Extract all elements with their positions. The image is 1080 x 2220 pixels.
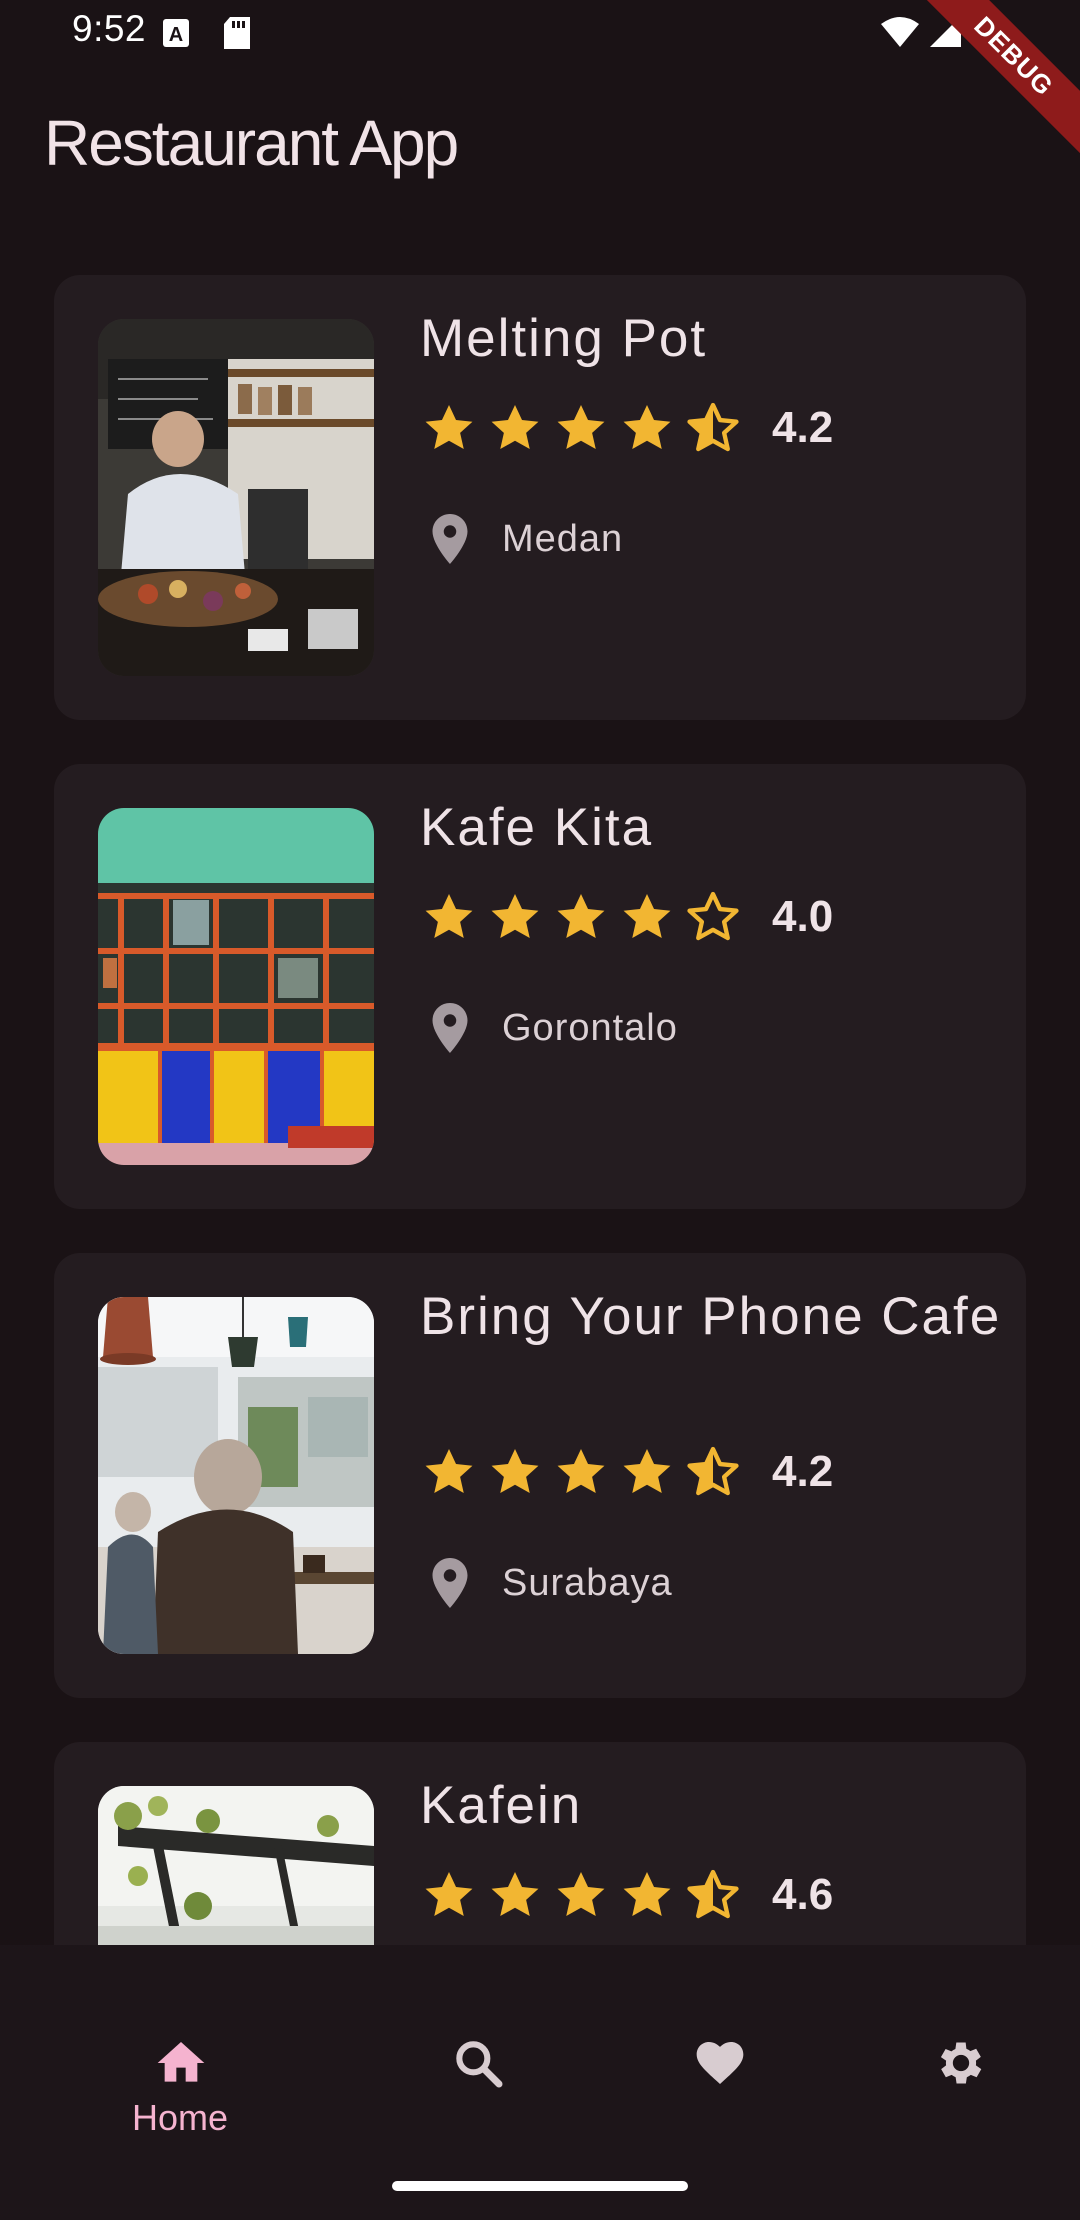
star-full-icon bbox=[486, 399, 544, 457]
restaurant-card-kafein[interactable]: Kafein 4.6 bbox=[54, 1742, 1026, 1945]
sd-card-icon bbox=[224, 17, 250, 49]
nav-item-settings[interactable] bbox=[825, 1945, 1080, 2175]
star-full-icon bbox=[486, 1443, 544, 1501]
star-half-icon bbox=[684, 1443, 742, 1501]
restaurant-photo bbox=[98, 1297, 374, 1654]
settings-icon bbox=[940, 2042, 982, 2084]
rating-row: 4.2 bbox=[420, 396, 833, 460]
restaurant-card-bring-your-phone-cafe[interactable]: Bring Your Phone Cafe 4.2 Surabaya bbox=[54, 1253, 1026, 1698]
star-full-icon bbox=[618, 399, 676, 457]
star-full-icon bbox=[420, 399, 478, 457]
star-full-icon bbox=[618, 888, 676, 946]
rating-row: 4.0 bbox=[420, 885, 833, 949]
rating-stars bbox=[420, 888, 742, 946]
nav-label-home: Home bbox=[131, 2097, 229, 2138]
rating-row: 4.6 bbox=[420, 1863, 833, 1927]
search-icon bbox=[456, 2041, 503, 2088]
rating-value: 4.2 bbox=[772, 1447, 834, 1496]
nav-item-home[interactable]: Home bbox=[45, 1945, 315, 2175]
rating-value: 4.6 bbox=[772, 1870, 834, 1919]
star-full-icon bbox=[420, 1866, 478, 1924]
star-full-icon bbox=[552, 1443, 610, 1501]
nav-item-search[interactable] bbox=[342, 1945, 612, 2175]
restaurant-card-melting-pot[interactable]: Melting Pot 4.2 Medan bbox=[54, 275, 1026, 720]
status-bar: 9:52 A DEBUG bbox=[0, 0, 1080, 164]
location-pin-icon bbox=[420, 509, 480, 569]
svg-text:A: A bbox=[169, 24, 183, 46]
home-indicator[interactable] bbox=[392, 2181, 688, 2191]
rating-value: 4.2 bbox=[772, 403, 834, 452]
location-row: Surabaya bbox=[420, 1551, 673, 1615]
restaurant-card-kafe-kita[interactable]: Kafe Kita 4.0 Gorontalo bbox=[54, 764, 1026, 1209]
star-half-icon bbox=[684, 1866, 742, 1924]
restaurant-list[interactable]: Melting Pot 4.2 Medan Kafe Kita 4.0 Goro… bbox=[0, 195, 1080, 1945]
keyboard-notification-icon: A bbox=[163, 19, 189, 47]
location-row: Gorontalo bbox=[420, 996, 678, 1060]
rating-stars bbox=[420, 1866, 742, 1924]
rating-stars bbox=[420, 399, 742, 457]
location-pin-icon bbox=[420, 1553, 480, 1613]
restaurant-photo bbox=[98, 319, 374, 676]
star-full-icon bbox=[486, 888, 544, 946]
restaurant-name: Kafein bbox=[420, 1776, 583, 1835]
nav-item-favorites[interactable] bbox=[584, 1945, 854, 2175]
rating-stars bbox=[420, 1443, 742, 1501]
star-full-icon bbox=[420, 888, 478, 946]
star-empty-icon bbox=[684, 888, 742, 946]
star-full-icon bbox=[618, 1443, 676, 1501]
home-icon bbox=[157, 2042, 205, 2082]
star-full-icon bbox=[618, 1866, 676, 1924]
restaurant-name: Melting Pot bbox=[420, 309, 708, 368]
page-title: Restaurant App bbox=[44, 107, 459, 179]
location-pin-icon bbox=[420, 998, 480, 1058]
restaurant-photo bbox=[98, 808, 374, 1165]
star-full-icon bbox=[420, 1443, 478, 1501]
wifi-icon bbox=[881, 17, 919, 47]
bottom-navigation-bar: Home bbox=[0, 1945, 1080, 2220]
star-half-icon bbox=[684, 399, 742, 457]
heart-icon bbox=[696, 2042, 744, 2084]
rating-row: 4.2 bbox=[420, 1440, 833, 1504]
restaurant-name: Bring Your Phone Cafe bbox=[420, 1287, 1002, 1346]
location-row: Medan bbox=[420, 507, 623, 571]
star-full-icon bbox=[552, 1866, 610, 1924]
restaurant-city: Surabaya bbox=[502, 1561, 673, 1604]
star-full-icon bbox=[552, 888, 610, 946]
restaurant-photo bbox=[98, 1786, 374, 1945]
star-full-icon bbox=[486, 1866, 544, 1924]
restaurant-name: Kafe Kita bbox=[420, 798, 654, 857]
restaurant-city: Medan bbox=[502, 517, 624, 560]
star-full-icon bbox=[552, 399, 610, 457]
rating-value: 4.0 bbox=[772, 892, 834, 941]
restaurant-city: Gorontalo bbox=[502, 1006, 678, 1049]
status-time: 9:52 bbox=[72, 8, 147, 49]
